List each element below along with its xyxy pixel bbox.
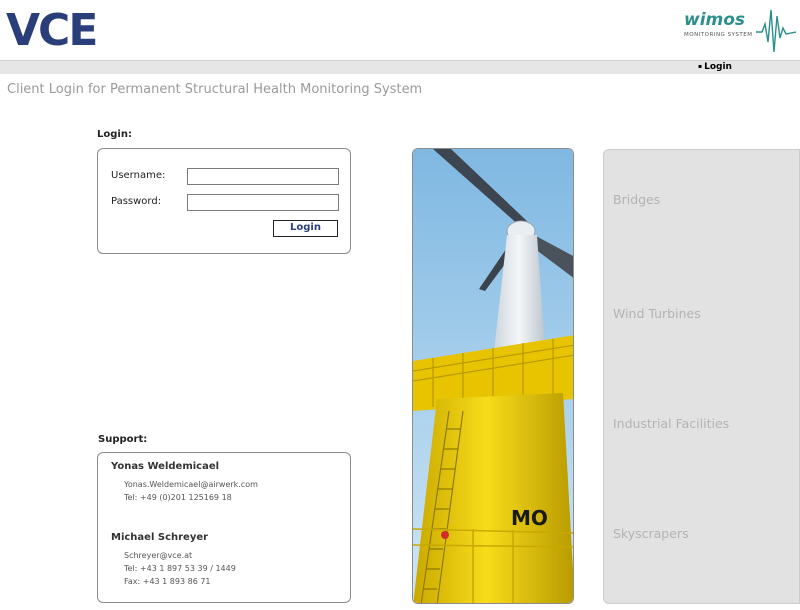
wind-turbine-illustration: MO bbox=[413, 149, 573, 603]
wind-turbine-photo: MO bbox=[412, 148, 574, 604]
bullet-icon: ▪ bbox=[698, 63, 703, 70]
login-section-label: Login: bbox=[97, 129, 132, 140]
contact-email-link[interactable]: Schreyer@vce.at bbox=[124, 551, 192, 560]
contact-name: Yonas Weldemicael bbox=[111, 461, 220, 472]
tower-marking: MO bbox=[511, 506, 548, 530]
page-title: Client Login for Permanent Structural He… bbox=[7, 82, 423, 97]
header: VCE wimos MONITORING SYSTEM bbox=[0, 0, 800, 60]
support-contacts: Yonas Weldemicael Yonas.Weldemicael@airw… bbox=[97, 452, 351, 603]
contact-phone: Tel: +49 (0)201 125169 18 bbox=[124, 493, 232, 502]
category-wind-turbines[interactable]: Wind Turbines bbox=[613, 306, 701, 321]
contact-phone: Tel: +43 1 897 53 39 / 1449 bbox=[124, 564, 236, 573]
login-button[interactable]: Login bbox=[273, 220, 338, 237]
category-bridges[interactable]: Bridges bbox=[613, 192, 660, 207]
username-input[interactable] bbox=[187, 168, 339, 185]
wimos-logo-tagline: MONITORING SYSTEM bbox=[684, 32, 753, 38]
password-label: Password: bbox=[111, 196, 162, 207]
wimos-wave-icon bbox=[756, 9, 796, 53]
contact-name: Michael Schreyer bbox=[111, 532, 209, 543]
structure-categories: Bridges Wind Turbines Industrial Facilit… bbox=[603, 149, 800, 604]
password-input[interactable] bbox=[187, 194, 339, 211]
contact-fax: Fax: +43 1 893 86 71 bbox=[124, 577, 211, 586]
login-form: Username: Password: Login bbox=[97, 148, 351, 254]
vce-logo[interactable]: VCE bbox=[6, 2, 98, 60]
top-nav-bar: ▪ Login bbox=[0, 60, 800, 74]
contact-email-link[interactable]: Yonas.Weldemicael@airwerk.com bbox=[124, 480, 258, 489]
wimos-logo[interactable]: wimos MONITORING SYSTEM bbox=[684, 2, 796, 58]
nav-login-link[interactable]: ▪ Login bbox=[698, 62, 732, 72]
wimos-logo-text: wimos bbox=[684, 10, 746, 30]
category-skyscrapers[interactable]: Skyscrapers bbox=[613, 526, 689, 541]
username-label: Username: bbox=[111, 170, 166, 181]
support-section-label: Support: bbox=[98, 434, 148, 445]
nav-login-label: Login bbox=[704, 62, 732, 72]
category-industrial-facilities[interactable]: Industrial Facilities bbox=[613, 416, 729, 431]
